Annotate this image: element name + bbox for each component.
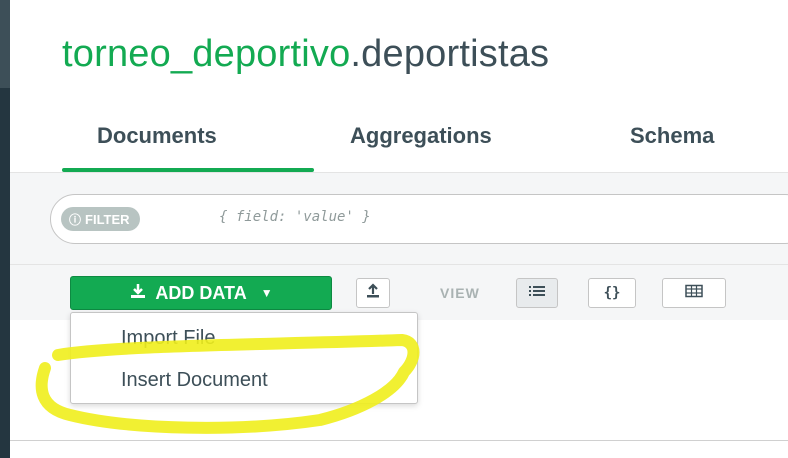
left-sidebar-dark-section — [0, 88, 10, 458]
caret-down-icon: ▼ — [260, 286, 273, 300]
filter-input[interactable]: ⓘ FILTER { field: 'value' } — [50, 194, 788, 244]
menu-item-insert-document[interactable]: Insert Document — [121, 369, 268, 392]
filter-badge[interactable]: ⓘ FILTER — [61, 207, 140, 231]
list-view-button[interactable] — [516, 278, 558, 308]
list-view-icon — [528, 284, 546, 302]
add-data-label: ADD DATA — [155, 282, 247, 303]
page-title: torneo_deportivo.deportistas — [62, 30, 549, 78]
add-data-dropdown-menu: Import File Insert Document — [70, 312, 418, 404]
toolbar-divider — [10, 264, 788, 265]
export-icon — [365, 283, 381, 303]
bottom-rule — [10, 440, 788, 441]
table-view-button[interactable] — [662, 278, 726, 308]
filter-badge-label: FILTER — [85, 211, 130, 227]
collection-name: .deportistas — [350, 33, 550, 75]
export-button[interactable] — [356, 278, 390, 308]
table-view-icon — [685, 284, 703, 302]
info-icon: ⓘ — [69, 212, 82, 227]
download-icon — [129, 283, 147, 304]
filter-placeholder: { field: 'value' } — [219, 209, 371, 225]
tab-documents[interactable]: Documents — [97, 118, 217, 154]
left-sidebar-rail — [0, 0, 10, 458]
database-name[interactable]: torneo_deportivo — [62, 33, 350, 75]
tab-schema[interactable]: Schema — [630, 118, 714, 154]
json-view-button[interactable]: {} — [588, 278, 636, 308]
tab-aggregations[interactable]: Aggregations — [350, 118, 492, 154]
menu-item-import-file[interactable]: Import File — [121, 327, 215, 350]
add-data-button[interactable]: ADD DATA ▼ — [70, 276, 332, 310]
view-label: VIEW — [440, 285, 480, 301]
json-view-icon: {} — [603, 285, 621, 301]
